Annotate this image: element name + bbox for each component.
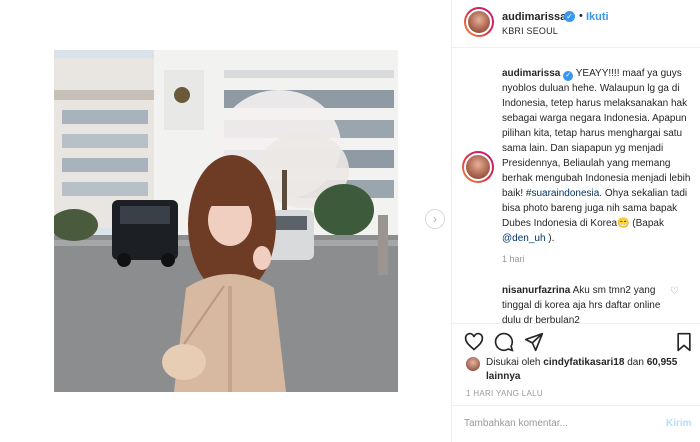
details-pane: audimarissa ✓ • Ikuti KBRI SEOUL audimar… — [452, 0, 700, 442]
post-comment-button[interactable]: Kirim — [666, 418, 692, 429]
likes-text: Disukai oleh cindyfatikasari18 dan 60,95… — [486, 356, 686, 384]
likes-summary: Disukai oleh cindyfatikasari18 dan 60,95… — [466, 355, 696, 385]
caption-avatar[interactable] — [464, 153, 492, 181]
chevron-right-icon: › — [433, 212, 437, 226]
caption-time: 1 hari — [502, 254, 525, 264]
mention-link[interactable]: @den_uh — [502, 233, 546, 244]
comment-icon[interactable] — [494, 332, 514, 352]
verified-badge-icon: ✓ — [563, 71, 574, 81]
action-bar — [452, 323, 700, 359]
list-item: nisanurfazrina Aku sm tmn2 yang tinggal … — [502, 283, 682, 323]
post-header: audimarissa ✓ • Ikuti KBRI SEOUL — [452, 0, 700, 48]
media-pane: › — [0, 0, 452, 442]
likes-count[interactable]: 60,955 — [647, 357, 678, 368]
separator-dot: • — [579, 10, 583, 22]
comment-input[interactable]: Tambahkan komentar... — [464, 418, 568, 429]
caption-body-1: YEAYY!!!! maaf ya guys nyoblos duluan he… — [502, 68, 691, 199]
verified-badge-icon: ✓ — [564, 11, 575, 22]
location-link[interactable]: KBRI SEOUL — [502, 26, 558, 36]
comment-form: Tambahkan komentar... Kirim — [452, 405, 700, 442]
likes-prefix: Disukai oleh — [486, 357, 544, 368]
caption-username[interactable]: audimarissa — [502, 68, 560, 79]
post-timestamp[interactable]: 1 HARI YANG LALU — [466, 389, 543, 398]
likes-middle: dan — [624, 357, 647, 368]
heart-icon[interactable]: ♡ — [670, 286, 679, 297]
avatar[interactable] — [466, 357, 480, 371]
comment-username[interactable]: nisanurfazrina — [502, 285, 570, 296]
likes-suffix[interactable]: lainnya — [486, 371, 520, 382]
liker-username[interactable]: cindyfatikasari18 — [543, 357, 624, 368]
username-link[interactable]: audimarissa — [502, 11, 566, 23]
next-photo-button[interactable]: › — [425, 209, 445, 229]
post-photo-illustration — [54, 50, 398, 392]
share-icon[interactable] — [524, 332, 544, 352]
follow-button[interactable]: Ikuti — [586, 11, 609, 23]
caption-text: audimarissa ✓ YEAYY!!!! maaf ya guys nyo… — [502, 66, 698, 246]
caption-body-3: ). — [545, 233, 555, 244]
post-photo[interactable] — [54, 50, 398, 392]
avatar[interactable] — [466, 9, 492, 35]
hashtag-link[interactable]: #suaraindonesia — [526, 188, 599, 199]
heart-icon[interactable] — [464, 332, 484, 352]
bookmark-icon[interactable] — [674, 332, 694, 352]
comments-list[interactable]: audimarissa ✓ YEAYY!!!! maaf ya guys nyo… — [452, 48, 700, 323]
